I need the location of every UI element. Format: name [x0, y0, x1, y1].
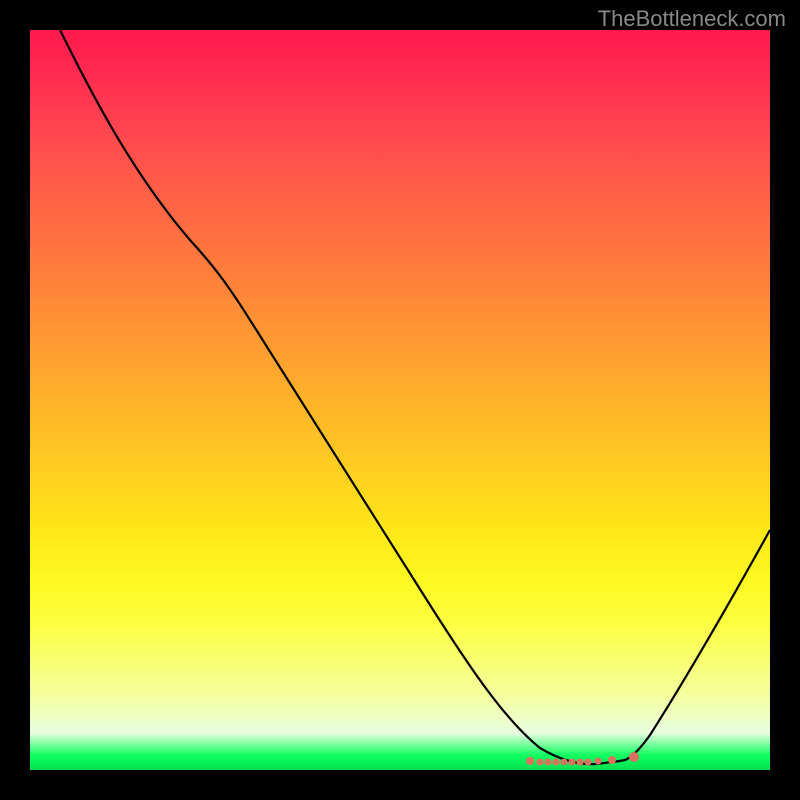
data-marker [608, 756, 616, 764]
data-marker [545, 759, 552, 766]
data-marker [569, 759, 576, 766]
data-marker [526, 757, 534, 765]
data-marker [537, 759, 544, 766]
data-marker [577, 759, 584, 766]
curve-path [60, 30, 770, 764]
chart-svg [30, 30, 770, 770]
data-marker [561, 759, 568, 766]
data-marker [595, 758, 602, 765]
data-marker [553, 759, 560, 766]
data-marker [585, 759, 592, 766]
watermark-text: TheBottleneck.com [598, 6, 786, 32]
data-marker [629, 752, 639, 762]
plot-area [30, 30, 770, 770]
